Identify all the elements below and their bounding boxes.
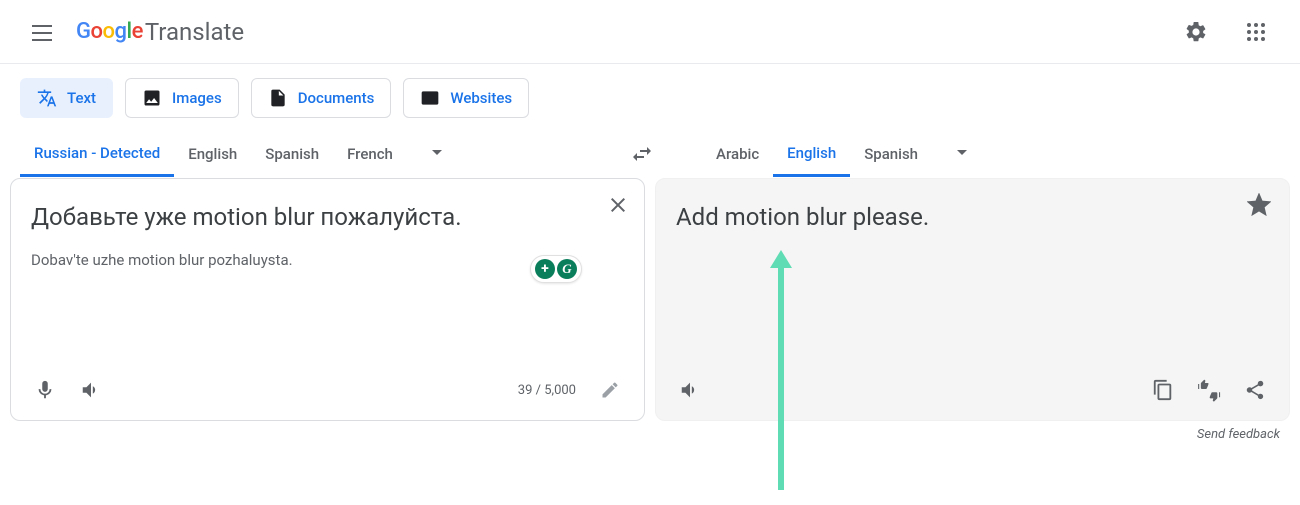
chevron-down-icon bbox=[950, 140, 974, 164]
char-count: 39 / 5,000 bbox=[518, 383, 576, 398]
mode-documents[interactable]: Documents bbox=[251, 78, 392, 118]
listen-source-button[interactable] bbox=[71, 370, 111, 410]
target-lang-tab-2[interactable]: Spanish bbox=[850, 133, 932, 175]
mic-icon bbox=[34, 379, 56, 401]
rate-translation-button[interactable] bbox=[1189, 370, 1229, 410]
voice-input-button[interactable] bbox=[25, 370, 65, 410]
source-lang-tab-2[interactable]: Spanish bbox=[251, 133, 333, 175]
mode-label: Text bbox=[67, 89, 96, 107]
header: Google Translate bbox=[0, 0, 1300, 64]
mode-label: Documents bbox=[298, 89, 375, 107]
chevron-down-icon bbox=[425, 140, 449, 164]
google-translate-logo[interactable]: Google Translate bbox=[76, 18, 244, 46]
send-feedback-link[interactable]: Send feedback bbox=[0, 421, 1300, 448]
hamburger-icon bbox=[32, 20, 56, 44]
mode-websites[interactable]: Websites bbox=[403, 78, 529, 118]
mode-text[interactable]: Text bbox=[20, 78, 113, 118]
source-panel: Добавьте уже motion blur пожалуйста. G D… bbox=[10, 178, 645, 421]
mode-tabs: Text Images Documents Websites bbox=[0, 64, 1300, 130]
share-icon bbox=[1244, 379, 1266, 401]
star-icon bbox=[1247, 193, 1271, 217]
speaker-icon bbox=[80, 379, 102, 401]
copy-icon bbox=[1152, 379, 1174, 401]
source-language-bar: Russian - Detected English Spanish Frenc… bbox=[0, 130, 618, 178]
pencil-icon bbox=[600, 380, 620, 400]
document-icon bbox=[268, 88, 288, 108]
google-apps-button[interactable] bbox=[1232, 8, 1280, 56]
target-language-bar: Arabic English Spanish bbox=[666, 130, 1300, 178]
language-row: Russian - Detected English Spanish Frenc… bbox=[0, 130, 1300, 178]
output-panel: Add motion blur please. bbox=[655, 178, 1290, 421]
gear-icon bbox=[1184, 20, 1208, 44]
save-translation-button[interactable] bbox=[1247, 193, 1271, 221]
thumbs-icon bbox=[1197, 378, 1221, 402]
grammarly-badge[interactable]: G bbox=[530, 255, 582, 283]
clear-input-button[interactable] bbox=[606, 193, 630, 222]
output-text: Add motion blur please. bbox=[656, 179, 1289, 251]
close-icon bbox=[606, 193, 630, 217]
listen-output-button[interactable] bbox=[670, 370, 710, 410]
apps-grid-icon bbox=[1247, 23, 1265, 41]
swap-languages-button[interactable] bbox=[618, 142, 666, 166]
source-more-langs[interactable] bbox=[425, 140, 449, 168]
target-lang-tab-0[interactable]: Arabic bbox=[702, 133, 773, 175]
source-textarea[interactable]: Добавьте уже motion blur пожалуйста. bbox=[11, 179, 644, 251]
source-lang-tab-0[interactable]: Russian - Detected bbox=[20, 132, 174, 177]
source-lang-tab-3[interactable]: French bbox=[333, 133, 407, 175]
edit-button[interactable] bbox=[590, 370, 630, 410]
swap-icon bbox=[630, 142, 654, 166]
speaker-icon bbox=[679, 379, 701, 401]
copy-output-button[interactable] bbox=[1143, 370, 1183, 410]
mode-images[interactable]: Images bbox=[125, 78, 239, 118]
main-menu-button[interactable] bbox=[20, 8, 68, 56]
mode-label: Images bbox=[172, 89, 222, 107]
image-icon bbox=[142, 88, 162, 108]
grammarly-plus-icon bbox=[535, 259, 555, 279]
settings-button[interactable] bbox=[1172, 8, 1220, 56]
target-more-langs[interactable] bbox=[950, 140, 974, 168]
feedback-label: Send feedback bbox=[1197, 427, 1280, 442]
logo-translate-text: Translate bbox=[145, 18, 244, 46]
mode-label: Websites bbox=[450, 89, 512, 107]
share-output-button[interactable] bbox=[1235, 370, 1275, 410]
translation-panels: Добавьте уже motion blur пожалуйста. G D… bbox=[0, 178, 1300, 421]
source-lang-tab-1[interactable]: English bbox=[174, 133, 251, 175]
translate-icon bbox=[37, 88, 57, 108]
grammarly-g-icon: G bbox=[557, 259, 577, 279]
target-lang-tab-1[interactable]: English bbox=[773, 132, 850, 177]
website-icon bbox=[420, 88, 440, 108]
